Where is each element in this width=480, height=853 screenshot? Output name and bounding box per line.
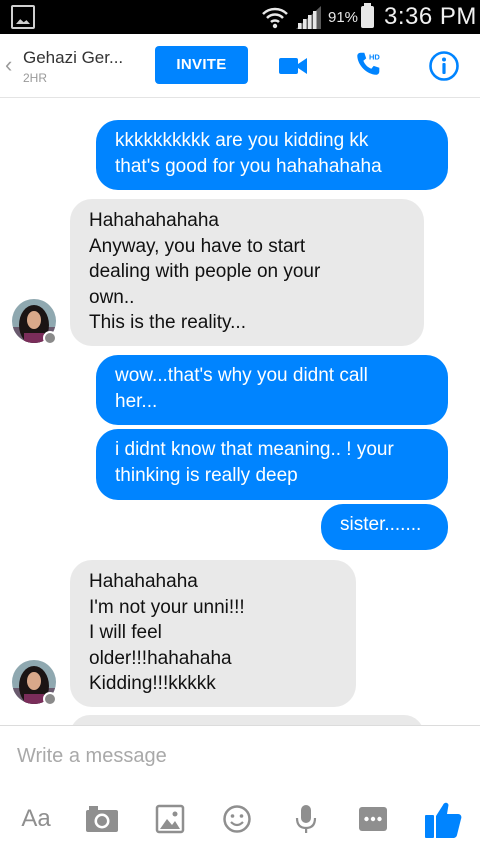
message-input[interactable] (0, 726, 480, 786)
clock: 3:36 PM (384, 3, 477, 30)
incoming-message-partial[interactable] (70, 715, 424, 725)
gallery-icon[interactable] (155, 801, 185, 837)
info-icon[interactable] (428, 50, 460, 82)
hd-badge: HD (369, 52, 380, 61)
outgoing-message[interactable]: wow...that's why you didnt call her... (96, 355, 448, 425)
invite-button[interactable]: INVITE (155, 46, 248, 84)
conversation-header: ‹ Gehazi Ger... 2HR INVITE HD (0, 34, 480, 98)
messenger-badge-icon (43, 331, 57, 345)
text-format-button[interactable]: Aa (18, 801, 54, 837)
microphone-icon[interactable] (294, 801, 318, 837)
camera-icon[interactable] (85, 801, 119, 837)
gallery-notification-icon (11, 5, 35, 29)
hd-voice-call-icon[interactable]: HD (354, 49, 384, 79)
back-button[interactable]: ‹ (5, 54, 12, 76)
emoji-icon[interactable] (222, 801, 252, 837)
like-icon[interactable] (424, 799, 462, 839)
signal-icon (296, 6, 321, 29)
outgoing-message[interactable]: kkkkkkkkkk are you kidding kk that's goo… (96, 120, 448, 190)
video-call-icon[interactable] (278, 51, 308, 81)
message-list[interactable]: kkkkkkkkkk are you kidding kk that's goo… (0, 98, 480, 725)
wifi-icon (262, 7, 288, 29)
incoming-message[interactable]: Hahahahaha I'm not your unni!!! I will f… (70, 560, 356, 707)
messenger-badge-icon (43, 692, 57, 706)
battery-percent: 91% (328, 9, 359, 26)
message-composer: Aa (0, 725, 480, 853)
status-bar: 91% 3:36 PM (0, 0, 480, 34)
outgoing-message[interactable]: sister....... (321, 504, 448, 550)
contact-name[interactable]: Gehazi Ger... (23, 48, 123, 68)
more-icon[interactable] (358, 801, 388, 837)
outgoing-message[interactable]: i didnt know that meaning.. ! your think… (96, 429, 448, 500)
incoming-message[interactable]: Hahahahahaha Anyway, you have to start d… (70, 199, 424, 346)
active-status: 2HR (23, 71, 48, 85)
battery-icon (361, 3, 374, 28)
